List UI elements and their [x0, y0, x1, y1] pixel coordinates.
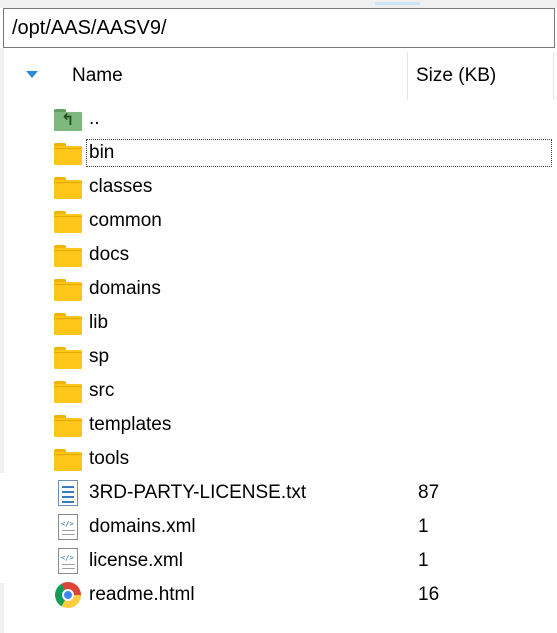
file-size: 1 [418, 516, 429, 537]
column-header-size[interactable]: Size (KB) [416, 65, 496, 87]
text-file-icon [52, 479, 84, 507]
xml-file-icon: </> [52, 547, 84, 575]
folder-icon [52, 411, 84, 439]
column-divider[interactable] [553, 52, 554, 100]
folder-icon [52, 309, 84, 337]
list-item-bin[interactable]: bin [4, 136, 557, 170]
list-item-sp[interactable]: sp [4, 340, 557, 374]
sort-descending-icon[interactable] [26, 71, 38, 78]
file-size: 16 [418, 584, 440, 605]
file-name: templates [89, 414, 172, 435]
file-size: 87 [418, 482, 440, 503]
folder-icon [52, 207, 84, 235]
file-name: sp [89, 346, 110, 367]
list-item-readme-html[interactable]: readme.html 16 [4, 578, 557, 612]
list-item-common[interactable]: common [4, 204, 557, 238]
parent-folder-icon: ↰ [52, 105, 84, 133]
xml-file-icon: </> [52, 513, 84, 541]
toolbar-accent [375, 2, 420, 5]
column-header-name[interactable]: Name [72, 65, 123, 87]
file-name: domains.xml [89, 516, 196, 537]
chrome-html-icon [52, 581, 84, 609]
list-item-docs[interactable]: docs [4, 238, 557, 272]
list-item-classes[interactable]: classes [4, 170, 557, 204]
file-name: 3RD-PARTY-LICENSE.txt [89, 482, 307, 503]
folder-icon [52, 173, 84, 201]
column-divider[interactable] [407, 52, 408, 100]
file-list: ↰ .. bin classes common docs domains lib… [4, 102, 557, 612]
folder-icon [52, 377, 84, 405]
list-item-tools[interactable]: tools [4, 442, 557, 476]
file-name: src [89, 380, 115, 401]
file-name: readme.html [89, 584, 195, 605]
folder-icon [52, 445, 84, 473]
file-name: tools [89, 448, 130, 469]
file-name: license.xml [89, 550, 183, 571]
list-item-lib[interactable]: lib [4, 306, 557, 340]
file-name: lib [89, 312, 109, 333]
file-name: common [89, 210, 162, 231]
file-name: docs [89, 244, 130, 265]
list-item-3rd-party-license[interactable]: 3RD-PARTY-LICENSE.txt 87 [4, 476, 557, 510]
file-name: classes [89, 176, 153, 197]
folder-icon [52, 241, 84, 269]
folder-icon [52, 139, 84, 167]
path-bar[interactable]: /opt/AAS/AASV9/ [3, 8, 555, 48]
list-item-src[interactable]: src [4, 374, 557, 408]
file-name: domains [89, 278, 161, 299]
file-name: .. [89, 108, 100, 129]
folder-icon [52, 275, 84, 303]
list-item-templates[interactable]: templates [4, 408, 557, 442]
list-item-license-xml[interactable]: </> license.xml 1 [4, 544, 557, 578]
list-item-domains[interactable]: domains [4, 272, 557, 306]
file-size: 1 [418, 550, 429, 571]
list-item-domains-xml[interactable]: </> domains.xml 1 [4, 510, 557, 544]
file-name: bin [86, 139, 552, 167]
top-strip [0, 0, 557, 8]
list-item-parent[interactable]: ↰ .. [4, 102, 557, 136]
column-header: Name Size (KB) [4, 52, 557, 100]
folder-icon [52, 343, 84, 371]
